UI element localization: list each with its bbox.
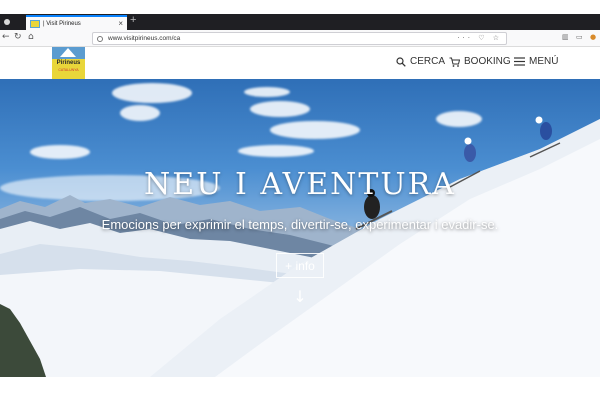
tab-close-icon[interactable]: × [118, 19, 123, 28]
nav-menu-label: MENÚ [529, 56, 559, 67]
more-info-button[interactable]: + info [276, 253, 324, 278]
extension-icon[interactable]: ● [590, 33, 596, 41]
hero-banner: NEU I AVENTURA Emocions per exprimir el … [0, 79, 600, 377]
browser-tab[interactable]: | Visit Pirineus × [26, 15, 127, 30]
site-favicon-icon [30, 19, 40, 28]
new-tab-button[interactable]: + [130, 14, 136, 26]
site-info-icon[interactable] [97, 35, 103, 42]
url-text[interactable]: www.visitpirineus.com/ca [108, 35, 180, 42]
mountain-icon [60, 48, 76, 57]
nav-booking-label: BOOKING [464, 56, 511, 67]
hero-subtitle: Emocions per exprimir el temps, divertir… [101, 217, 499, 232]
page-bottom [0, 377, 600, 400]
address-bar[interactable]: www.visitpirineus.com/ca ··· ♡ ☆ [92, 32, 507, 45]
reload-icon[interactable]: ↻ [14, 32, 22, 42]
back-icon[interactable]: ← [2, 32, 10, 42]
browser-toolbar: ← ↻ ⌂ www.visitpirineus.com/ca ··· ♡ ☆ ▥… [0, 30, 600, 47]
browser-tab-bar: | Visit Pirineus × + [0, 14, 600, 30]
nav-cerca-label: CERCA [410, 56, 446, 67]
site-header: Pirineus CATALUNYA CERCA BOOKING MENÚ [0, 47, 600, 79]
cart-icon [449, 57, 460, 67]
tab-title: | Visit Pirineus [43, 20, 81, 27]
nav-booking[interactable]: BOOKING [449, 56, 511, 67]
arrow-down-icon[interactable]: ↓ [0, 287, 600, 306]
hero-title: NEU I AVENTURA [144, 167, 456, 202]
window-menu-icon[interactable] [4, 19, 10, 25]
logo-subtext: CATALUNYA [58, 68, 79, 72]
logo-text: Pirineus [56, 60, 81, 66]
nav-menu[interactable]: MENÚ [514, 56, 558, 67]
sidebar-icon[interactable]: ▭ [576, 33, 583, 41]
hamburger-icon [514, 57, 525, 66]
home-icon[interactable]: ⌂ [28, 32, 34, 42]
page-actions-icon[interactable]: ··· ♡ ☆ [457, 34, 502, 42]
library-icon[interactable]: ▥ [562, 33, 569, 41]
site-logo[interactable]: Pirineus CATALUNYA [52, 47, 85, 79]
nav-cerca[interactable]: CERCA [396, 56, 445, 67]
search-icon [396, 56, 406, 67]
